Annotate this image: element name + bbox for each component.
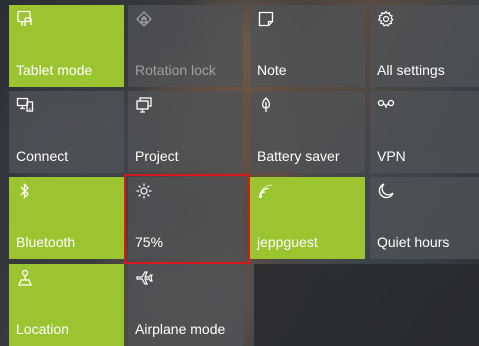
note-icon — [258, 11, 274, 27]
brightness-icon — [136, 183, 152, 199]
tile-rotation-lock[interactable]: Rotation lock — [128, 5, 243, 87]
tile-bluetooth[interactable]: Bluetooth — [9, 177, 124, 259]
tile-brightness[interactable]: 75% — [128, 177, 243, 259]
tile-location[interactable]: Location — [9, 264, 124, 346]
project-icon — [136, 97, 152, 113]
tile-airplane-mode[interactable]: Airplane mode — [128, 264, 243, 346]
wifi-icon — [258, 184, 273, 199]
tile-label: Battery saver — [257, 148, 340, 164]
gear-icon — [377, 10, 394, 27]
tile-connect[interactable]: Connect — [9, 91, 124, 173]
empty-area — [254, 264, 479, 346]
tile-label: Location — [16, 321, 69, 337]
tile-label: All settings — [377, 62, 445, 78]
rotation-lock-icon — [136, 11, 152, 27]
tile-quiet-hours[interactable]: Quiet hours — [370, 177, 479, 259]
tile-label: Note — [257, 62, 287, 78]
tile-label: Quiet hours — [377, 234, 450, 250]
tile-label: Bluetooth — [16, 234, 76, 250]
tile-wifi[interactable]: jeppguest — [250, 177, 365, 259]
tile-label: jeppguest — [257, 234, 318, 250]
location-icon — [18, 269, 32, 286]
tile-label: Connect — [16, 148, 69, 164]
tile-note[interactable]: Note — [250, 5, 365, 87]
moon-icon — [378, 183, 394, 199]
tile-label: Tablet mode — [16, 62, 93, 78]
airplane-icon — [136, 271, 153, 285]
vpn-icon — [377, 99, 395, 108]
brightness-level: 75% — [135, 234, 164, 250]
tile-all-settings[interactable]: All settings — [370, 5, 479, 87]
tile-label: Rotation lock — [135, 62, 216, 78]
bluetooth-icon — [20, 182, 29, 200]
tile-tablet-mode[interactable]: Tablet mode — [9, 5, 124, 87]
tablet-mode-icon — [17, 10, 32, 26]
tile-label: Airplane mode — [135, 321, 226, 337]
tile-label: Project — [135, 148, 179, 164]
action-center-quick-actions: Tablet mode Rotation lock Note All setti… — [0, 0, 479, 346]
tile-vpn[interactable]: VPN — [370, 91, 479, 173]
tile-project[interactable]: Project — [128, 91, 243, 173]
tile-label: VPN — [377, 148, 406, 164]
battery-saver-icon — [261, 97, 271, 112]
connect-icon — [16, 97, 34, 112]
tile-battery-saver[interactable]: Battery saver — [250, 91, 365, 173]
